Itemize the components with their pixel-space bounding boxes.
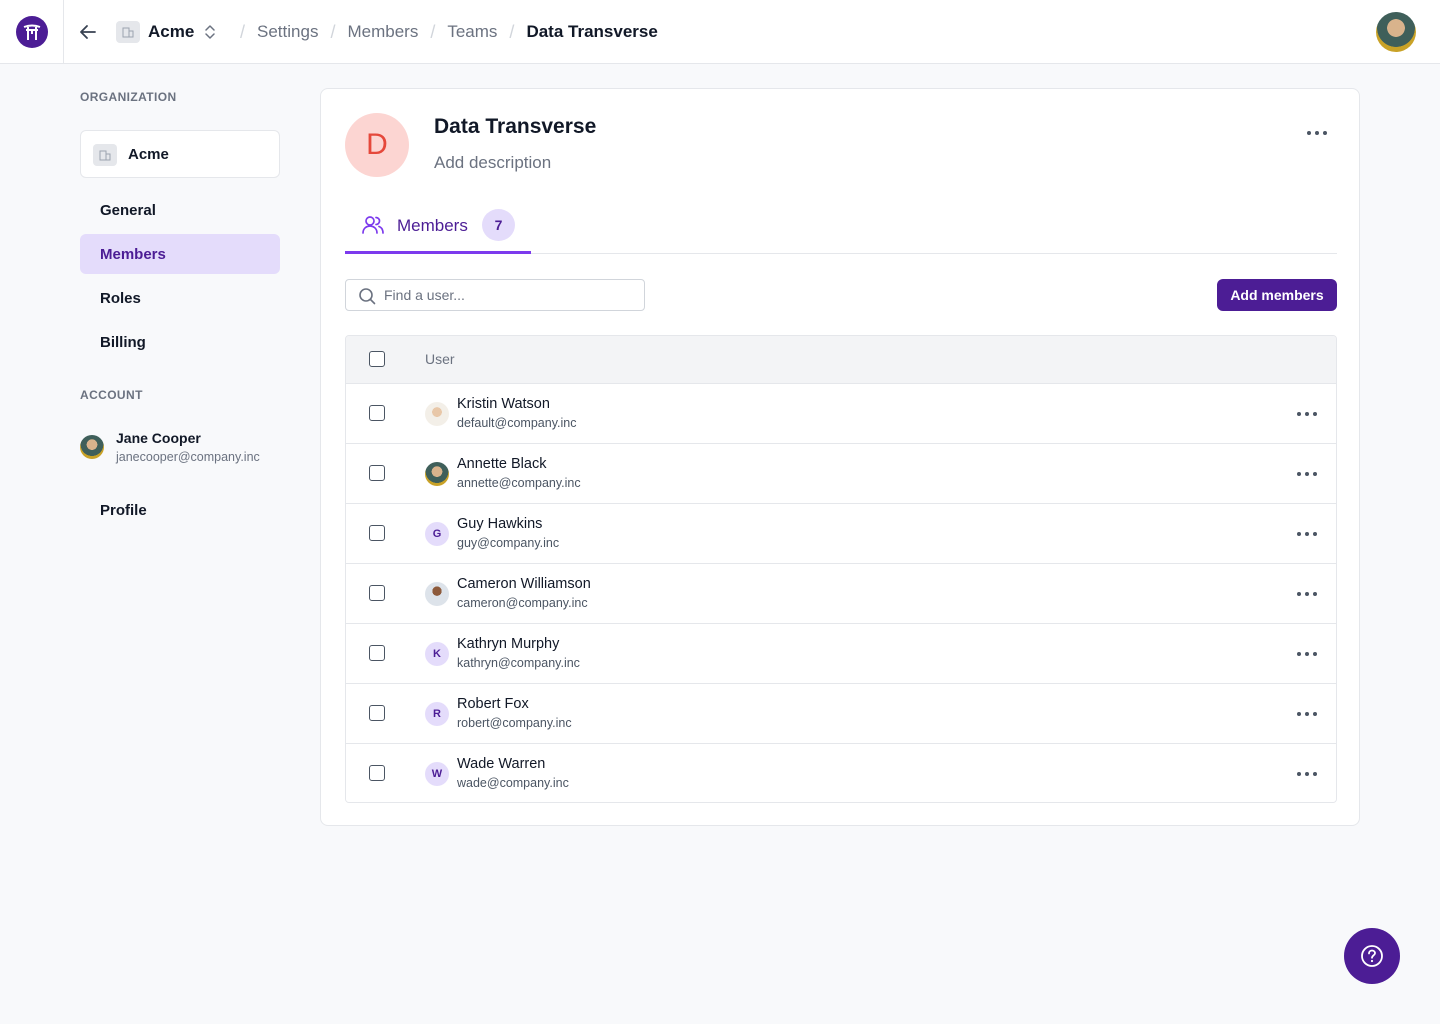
sidebar-item-billing[interactable]: Billing [80,322,280,362]
chevron-updown-icon[interactable] [202,22,218,42]
avatar: G [425,522,449,546]
more-horizontal-icon[interactable] [1303,123,1331,143]
team-title: Data Transverse [434,115,597,138]
tab-members-label: Members [397,216,468,235]
sidebar-item-general[interactable]: General [80,190,280,230]
team-card: D Data Transverse Add description Member… [320,88,1360,826]
avatar [425,402,449,426]
row-checkbox[interactable] [369,525,385,541]
member-name: Wade Warren [457,756,546,772]
table-row[interactable]: R Robert Fox robert@company.inc [346,684,1336,744]
member-email: default@company.inc [457,416,577,430]
member-email: wade@company.inc [457,776,569,790]
row-checkbox[interactable] [369,645,385,661]
add-description-link[interactable]: Add description [434,153,551,173]
avatar [425,582,449,606]
avatar: R [425,702,449,726]
avatar [80,435,104,459]
avatar: W [425,762,449,786]
tab-members[interactable]: Members 7 [345,207,531,254]
logo-icon[interactable] [15,15,48,48]
account-name: Jane Cooper [116,430,201,446]
search-field[interactable] [345,279,645,311]
member-email: guy@company.inc [457,536,560,550]
organization-heading: ORGANIZATION [80,90,177,104]
member-name: Robert Fox [457,696,529,712]
more-horizontal-icon[interactable] [1293,704,1321,724]
more-horizontal-icon[interactable] [1293,764,1321,784]
sidebar-item-roles[interactable]: Roles [80,278,280,318]
add-members-button[interactable]: Add members [1217,279,1337,311]
table-header: User [346,336,1336,384]
avatar: K [425,642,449,666]
table-row[interactable]: W Wade Warren wade@company.inc [346,744,1336,802]
table-row[interactable]: K Kathryn Murphy kathryn@company.inc [346,624,1336,684]
back-arrow-icon[interactable] [76,20,100,44]
user-avatar[interactable] [1376,12,1416,52]
breadcrumb-separator: / [330,21,336,42]
more-horizontal-icon[interactable] [1293,524,1321,544]
top-bar: Acme / Settings / Members / Teams / Data… [0,0,1440,64]
more-horizontal-icon[interactable] [1293,584,1321,604]
select-all-checkbox[interactable] [369,351,385,367]
help-button[interactable] [1344,928,1400,984]
table-row[interactable]: Kristin Watson default@company.inc [346,384,1336,444]
org-switcher-name[interactable]: Acme [148,22,194,42]
breadcrumb-settings[interactable]: Settings [257,22,318,42]
sidebar-item-members[interactable]: Members [80,234,280,274]
member-name: Annette Black [457,456,547,472]
building-icon [93,144,117,166]
members-table: User Kristin Watson default@company.inc An… [345,335,1337,803]
more-horizontal-icon[interactable] [1293,644,1321,664]
account-info: Jane Cooper janecooper@company.inc [80,428,280,468]
building-icon [116,21,140,43]
breadcrumb-current: Data Transverse [526,22,658,41]
user-column-header: User [425,351,455,367]
sidebar-item-profile[interactable]: Profile [80,490,280,530]
avatar [425,462,449,486]
member-email: cameron@company.inc [457,596,588,610]
member-name: Kathryn Murphy [457,636,560,652]
users-icon [361,213,385,237]
member-name: Kristin Watson [457,396,550,412]
table-row[interactable]: G Guy Hawkins guy@company.inc [346,504,1336,564]
breadcrumb-separator: / [240,21,246,42]
team-avatar: D [345,113,409,177]
table-row[interactable]: Annette Black annette@company.inc [346,444,1336,504]
account-heading: ACCOUNT [80,388,143,402]
member-email: annette@company.inc [457,476,581,490]
member-email: kathryn@company.inc [457,656,580,670]
row-checkbox[interactable] [369,765,385,781]
member-name: Guy Hawkins [457,516,543,532]
row-checkbox[interactable] [369,405,385,421]
org-card[interactable]: Acme [80,130,280,178]
search-input[interactable] [384,284,634,306]
table-row[interactable]: Cameron Williamson cameron@company.inc [346,564,1336,624]
breadcrumb: / Settings / Members / Teams / Data Tran… [228,21,658,43]
help-icon [1361,945,1383,967]
more-horizontal-icon[interactable] [1293,404,1321,424]
breadcrumb-separator: / [430,21,436,42]
search-icon [358,287,376,305]
breadcrumb-teams[interactable]: Teams [447,22,497,42]
row-checkbox[interactable] [369,585,385,601]
member-email: robert@company.inc [457,716,572,730]
breadcrumb-members[interactable]: Members [347,22,418,42]
breadcrumb-separator: / [509,21,515,42]
org-card-name: Acme [128,146,169,163]
more-horizontal-icon[interactable] [1293,464,1321,484]
members-count-badge: 7 [482,209,515,241]
row-checkbox[interactable] [369,705,385,721]
row-checkbox[interactable] [369,465,385,481]
member-name: Cameron Williamson [457,576,591,592]
logo-cell [0,0,64,63]
account-email: janecooper@company.inc [116,450,260,464]
